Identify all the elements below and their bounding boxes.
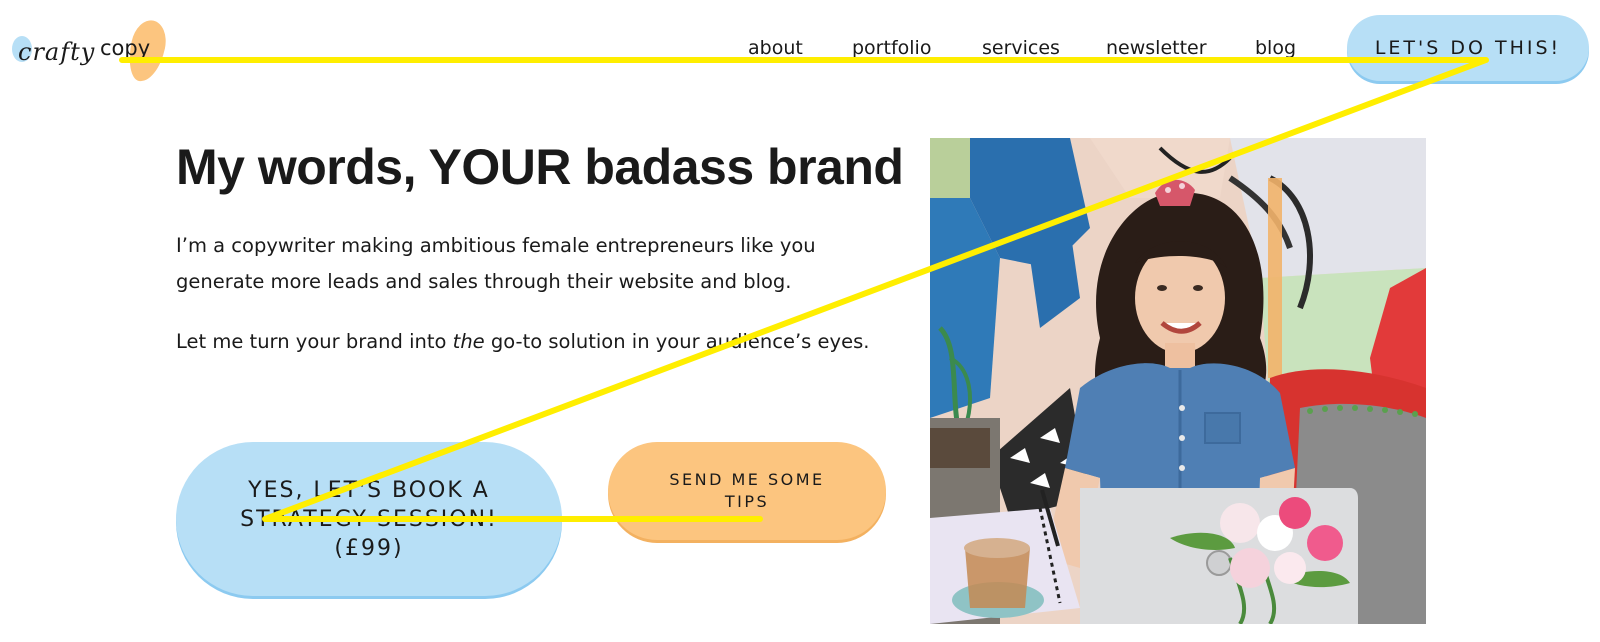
hero-intro-paragraph: I’m a copywriter making ambitious female… — [176, 234, 816, 293]
hero-photo-illustration — [930, 138, 1426, 624]
hero-p2-emphasis: the — [452, 330, 485, 353]
nav-link-services[interactable]: services — [982, 37, 1060, 59]
hero-secondary-paragraph: Let me turn your brand into the go-to so… — [176, 324, 876, 360]
hero-title: My words, YOUR badass brand — [176, 139, 904, 195]
hero-photo — [930, 138, 1426, 624]
nav-link-about[interactable]: about — [748, 37, 803, 59]
hero-p2-before: Let me turn your brand into — [176, 330, 453, 353]
nav-link-newsletter[interactable]: newsletter — [1106, 37, 1207, 59]
nav-link-blog[interactable]: blog — [1255, 37, 1296, 59]
lets-do-this-button[interactable]: LET'S DO THIS! — [1347, 15, 1589, 81]
nav-link-portfolio[interactable]: portfolio — [852, 37, 931, 59]
hero-p2-after: go-to solution in your audience’s eyes. — [484, 330, 870, 353]
send-tips-button[interactable]: SEND ME SOME TIPS — [608, 442, 886, 540]
book-strategy-session-button[interactable]: YES, LET'S BOOK A STRATEGY SESSION! (£99… — [176, 442, 562, 596]
